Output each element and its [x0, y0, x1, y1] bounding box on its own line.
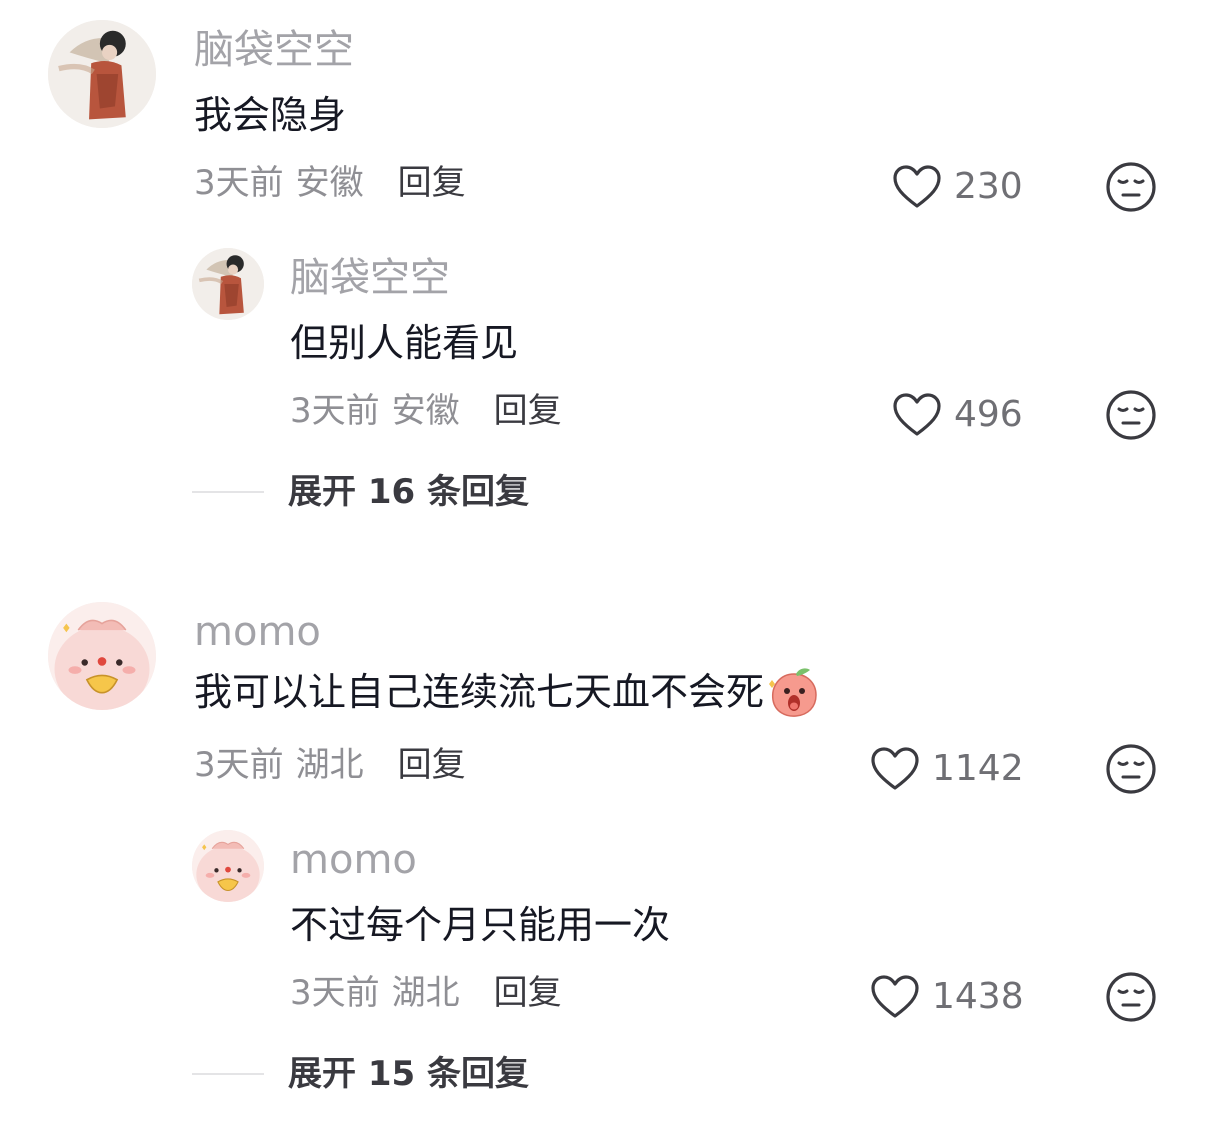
like-count: 230 [954, 166, 1023, 207]
dislike-button[interactable] [1105, 971, 1157, 1023]
comment-text: 不过每个月只能用一次 [290, 903, 671, 947]
meh-face-icon [1106, 972, 1156, 1022]
like-count: 1438 [932, 976, 1024, 1017]
expand-replies-button[interactable]: 展开 16 条回复 [192, 475, 529, 509]
comment-meta: 3天前 湖北 回复 [194, 748, 466, 782]
comment-text: 但别人能看见 [290, 321, 519, 365]
divider [192, 491, 264, 493]
avatar[interactable] [192, 248, 264, 320]
like-count: 1142 [932, 748, 1024, 789]
username[interactable]: 脑袋空空 [194, 30, 354, 70]
avatar-pink-cartoon-icon [192, 830, 264, 902]
like-button[interactable]: 230 [892, 164, 1023, 210]
dislike-button[interactable] [1105, 161, 1157, 213]
username[interactable]: momo [290, 840, 417, 880]
comment-time: 3天前 [194, 745, 284, 785]
comment-location: 湖北 [295, 745, 364, 785]
comment-location: 安徽 [391, 391, 460, 431]
reply-button[interactable]: 回复 [398, 748, 466, 782]
comment-text: 我可以让自己连续流七天血不会死 [194, 664, 822, 720]
avatar[interactable] [48, 20, 156, 128]
meh-face-icon [1106, 744, 1156, 794]
heart-icon [893, 165, 941, 208]
username[interactable]: momo [194, 612, 321, 652]
expand-replies-button[interactable]: 展开 15 条回复 [192, 1057, 529, 1091]
comment-text: 我会隐身 [194, 93, 347, 137]
like-button[interactable]: 496 [892, 392, 1023, 438]
heart-icon [893, 393, 941, 436]
expand-replies-label: 展开 16 条回复 [288, 472, 529, 512]
avatar[interactable] [48, 602, 156, 710]
comment-meta: 3天前 安徽 回复 [194, 166, 466, 200]
avatar[interactable] [192, 830, 264, 902]
heart-icon [871, 747, 919, 790]
heart-icon [871, 975, 919, 1018]
dislike-button[interactable] [1105, 389, 1157, 441]
like-count: 496 [954, 394, 1023, 435]
shocked-peach-icon [769, 668, 817, 717]
meh-face-icon [1106, 162, 1156, 212]
shocked-peach-emoji [766, 664, 822, 720]
dislike-button[interactable] [1105, 743, 1157, 795]
like-button[interactable]: 1438 [870, 974, 1024, 1020]
comment-text-content: 我可以让自己连续流七天血不会死 [194, 670, 765, 714]
comment-time: 3天前 [290, 391, 380, 431]
avatar-pink-cartoon-icon [48, 602, 156, 710]
comment-meta: 3天前 安徽 回复 [290, 394, 562, 428]
reply-button[interactable]: 回复 [494, 394, 562, 428]
comment-location: 安徽 [295, 163, 364, 203]
reply-button[interactable]: 回复 [494, 976, 562, 1010]
username[interactable]: 脑袋空空 [290, 258, 450, 298]
expand-replies-label: 展开 15 条回复 [288, 1054, 529, 1094]
divider [192, 1073, 264, 1075]
comment-time: 3天前 [290, 973, 380, 1013]
reply-button[interactable]: 回复 [398, 166, 466, 200]
like-button[interactable]: 1142 [870, 746, 1024, 792]
avatar-woman-icon [192, 248, 264, 320]
meh-face-icon [1106, 390, 1156, 440]
comment-location: 湖北 [391, 973, 460, 1013]
comment-meta: 3天前 湖北 回复 [290, 976, 562, 1010]
avatar-woman-icon [48, 20, 156, 128]
comment-time: 3天前 [194, 163, 284, 203]
